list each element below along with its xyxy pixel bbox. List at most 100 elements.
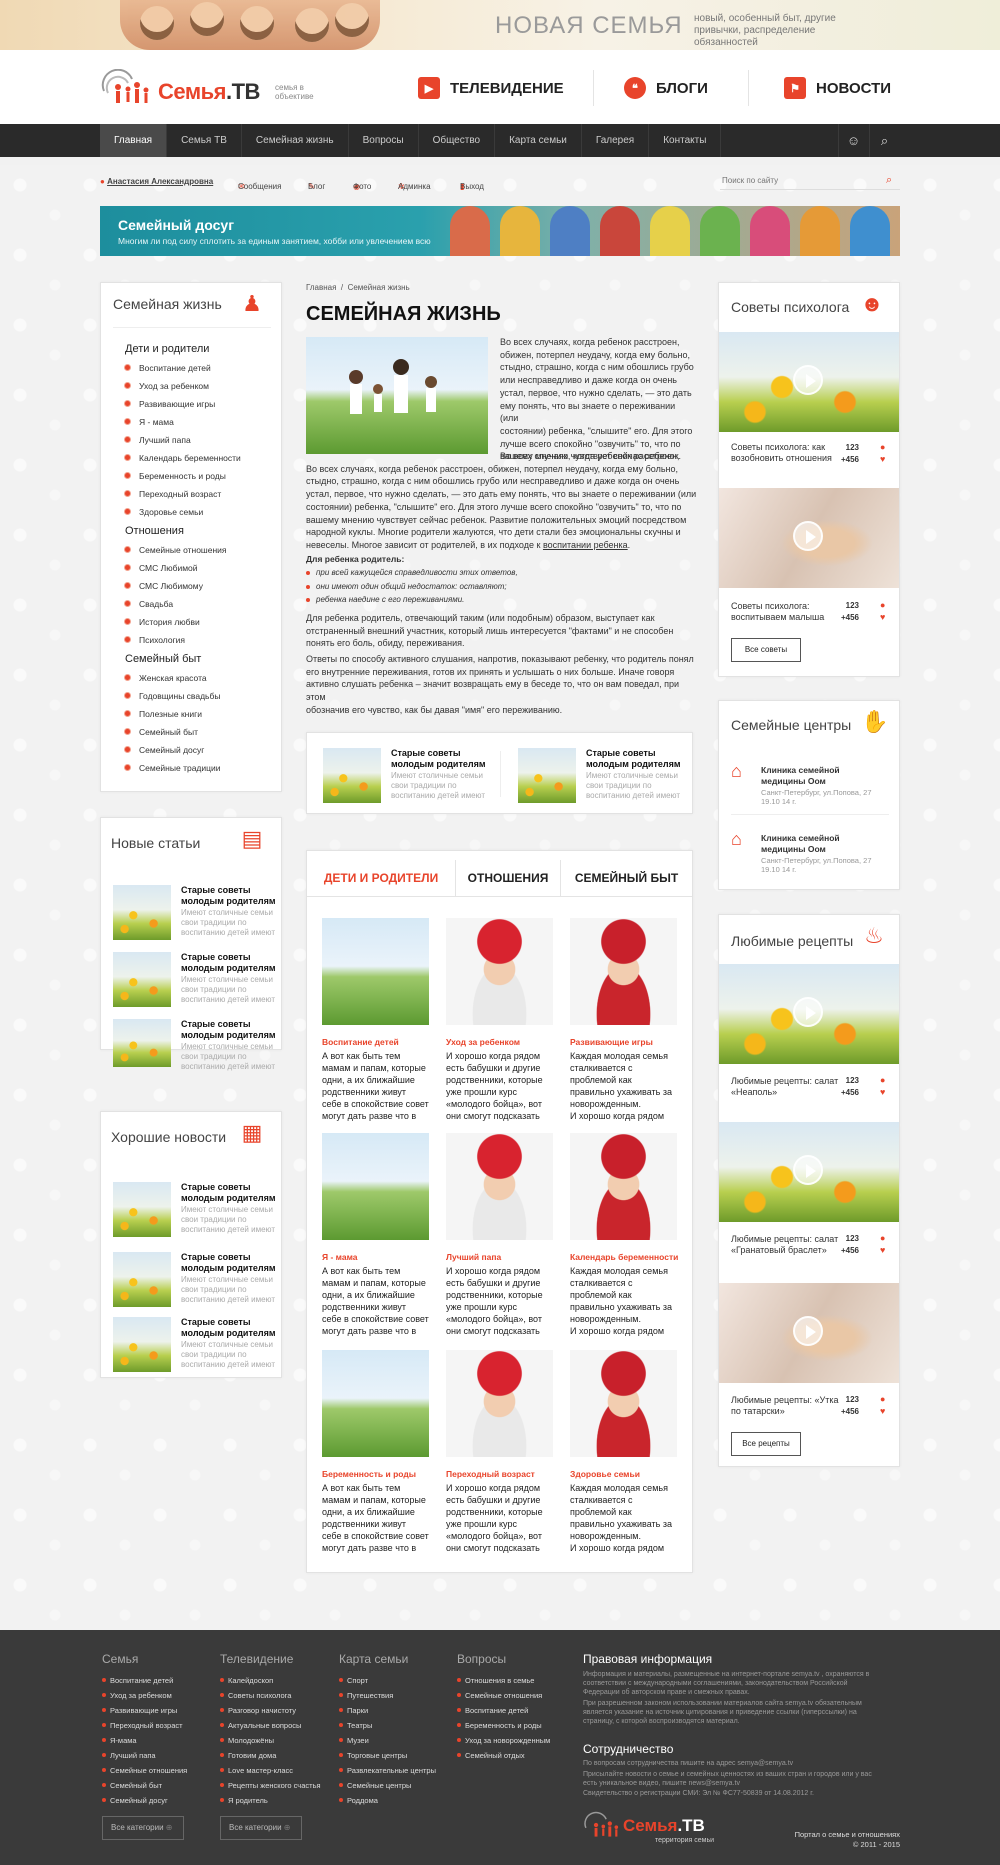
footer-link[interactable]: Уход за новорожденным (457, 1736, 550, 1745)
site-logo[interactable]: Семья.ТВ семья в объективе (100, 69, 340, 109)
grid-card[interactable]: Я - мама А вот как быть тем мамам и папам,… (322, 1133, 432, 1336)
footer-link[interactable]: Семейный отдых (457, 1751, 525, 1760)
search-icon[interactable]: ⌕ (869, 124, 899, 157)
footer-link[interactable]: Отношения в семье (457, 1676, 534, 1685)
header-nav-news[interactable]: ⚑ НОВОСТИ (784, 75, 891, 101)
play-icon[interactable] (793, 521, 823, 551)
nav-item-society[interactable]: Общество (419, 124, 496, 157)
menu-item[interactable]: Беременность и роды (125, 471, 226, 481)
grid-card[interactable]: Уход за ребенком И хорошо когда рядом есть… (446, 918, 556, 1121)
menu-item[interactable]: Переходный возраст (125, 489, 221, 499)
news-teaser[interactable]: Старые советы молодым родителям Имеют сто… (113, 1252, 283, 1307)
search-input[interactable] (720, 172, 900, 190)
footer-link[interactable]: Молодожёны (220, 1736, 274, 1745)
footer-link[interactable]: Я-мама (102, 1736, 137, 1745)
footer-link[interactable]: Готовим дома (220, 1751, 276, 1760)
card-label[interactable]: Беременность и роды (322, 1469, 416, 1479)
article-teaser[interactable]: Старые советы молодым родителям Имеют сто… (113, 1019, 283, 1071)
card-label[interactable]: Здоровье семьи (570, 1469, 640, 1479)
heart-icon[interactable]: ♥ (880, 1245, 885, 1255)
menu-item[interactable]: Я - мама (125, 417, 174, 427)
footer-link[interactable]: Роддома (339, 1796, 378, 1805)
center-name[interactable]: Клиника семейной медицины Оом (761, 833, 871, 855)
footer-link[interactable]: Лучший папа (102, 1751, 156, 1760)
footer-link[interactable]: Беременность и роды (457, 1721, 542, 1730)
grid-card[interactable]: Воспитание детей А вот как быть тем мамам … (322, 918, 432, 1121)
video-thumbnail[interactable] (719, 488, 899, 588)
menu-item[interactable]: Здоровье семьи (125, 507, 203, 517)
center-name[interactable]: Клиника семейной медицины Оом (761, 765, 871, 787)
menu-item[interactable]: Развивающие игры (125, 399, 215, 409)
card-label[interactable]: Лучший папа (446, 1252, 501, 1262)
footer-link[interactable]: Семейные центры (339, 1781, 411, 1790)
footer-link[interactable]: Love мастер-класс (220, 1766, 293, 1775)
menu-item[interactable]: История любви (125, 617, 200, 627)
play-icon[interactable] (793, 1155, 823, 1185)
article-teaser[interactable]: Старые советы молодым родителям Имеют сто… (113, 885, 283, 940)
tab-family-life[interactable]: СЕМЕЙНЫЙ БЫТ (560, 860, 692, 896)
heart-icon[interactable]: ♥ (880, 1087, 885, 1097)
footer-link[interactable]: Спорт (339, 1676, 368, 1685)
grid-card[interactable]: Здоровье семьи Каждая молодая семья сталки… (570, 1350, 680, 1553)
menu-item[interactable]: Семейный быт (125, 727, 198, 737)
grid-card[interactable]: Переходный возраст И хорошо когда рядом ес… (446, 1350, 556, 1553)
video-thumbnail[interactable] (719, 332, 899, 432)
nav-item-questions[interactable]: Вопросы (349, 124, 419, 157)
nav-item-family-map[interactable]: Карта семьи (495, 124, 582, 157)
card-label[interactable]: Я - мама (322, 1252, 357, 1262)
card-label[interactable]: Переходный возраст (446, 1469, 535, 1479)
card-label[interactable]: Календарь беременности (570, 1252, 678, 1262)
heart-icon[interactable]: ♥ (880, 1406, 885, 1416)
footer-link[interactable]: Торговые центры (339, 1751, 407, 1760)
header-nav-tv[interactable]: ▶ ТЕЛЕВИДЕНИЕ (418, 75, 564, 101)
menu-item[interactable]: Психология (125, 635, 185, 645)
related-teaser[interactable]: Старые советы молодым родителям Имеют сто… (518, 748, 688, 803)
tab-children-parents[interactable]: ДЕТИ И РОДИТЕЛИ (307, 860, 455, 896)
search-submit-icon[interactable]: ⌕ (886, 174, 892, 187)
family-leisure-banner[interactable]: Семейный досуг Многим ли под силу сплоти… (100, 206, 900, 256)
play-icon[interactable] (793, 365, 823, 395)
footer-link[interactable]: Воспитание детей (457, 1706, 528, 1715)
menu-item[interactable]: СМС Любимому (125, 581, 203, 591)
footer-link[interactable]: Семейный быт (102, 1781, 162, 1790)
menu-item[interactable]: Воспитание детей (125, 363, 211, 373)
menu-item[interactable]: Лучший папа (125, 435, 191, 445)
play-icon[interactable] (793, 997, 823, 1027)
related-teaser[interactable]: Старые советы молодым родителям Имеют сто… (323, 748, 493, 803)
nav-item-contacts[interactable]: Контакты (649, 124, 722, 157)
footer-link[interactable]: Семейные отношения (102, 1766, 187, 1775)
menu-group-title[interactable]: Отношения (125, 525, 184, 537)
grid-card[interactable]: Календарь беременности Каждая молодая сем… (570, 1133, 680, 1336)
play-icon[interactable] (793, 1316, 823, 1346)
menu-item[interactable]: Семейные отношения (125, 545, 227, 555)
all-recipes-button[interactable]: Все рецепты (731, 1432, 801, 1456)
footer-link[interactable]: Уход за ребенком (102, 1691, 172, 1700)
menu-item[interactable]: Полезные книги (125, 709, 202, 719)
footer-link[interactable]: Парки (339, 1706, 368, 1715)
menu-item[interactable]: Семейные традиции (125, 763, 221, 773)
footer-link[interactable]: Разговор начистоту (220, 1706, 296, 1715)
menu-group-title[interactable]: Семейный быт (125, 653, 201, 665)
footer-link[interactable]: Воспитание детей (102, 1676, 173, 1685)
footer-link[interactable]: Семейный досуг (102, 1796, 168, 1805)
user-link[interactable]: ● Анастасия Александровна (100, 177, 213, 186)
footer-link[interactable]: Я родитель (220, 1796, 268, 1805)
footer-link[interactable]: Рецепты женского счастья (220, 1781, 321, 1790)
grid-card[interactable]: Беременность и роды А вот как быть тем мам… (322, 1350, 432, 1553)
card-label[interactable]: Воспитание детей (322, 1037, 399, 1047)
footer-link[interactable]: Актуальные вопросы (220, 1721, 301, 1730)
menu-item[interactable]: Уход за ребенком (125, 381, 209, 391)
video-thumbnail[interactable] (719, 964, 899, 1064)
tab-relationships[interactable]: ОТНОШЕНИЯ (455, 860, 560, 896)
footer-link[interactable]: Театры (339, 1721, 372, 1730)
news-teaser[interactable]: Старые советы молодым родителям Имеют сто… (113, 1317, 283, 1372)
nav-item-gallery[interactable]: Галерея (582, 124, 650, 157)
nav-item-home[interactable]: Главная (100, 124, 168, 157)
menu-item[interactable]: Календарь беременности (125, 453, 241, 463)
top-banner[interactable]: НОВАЯ СЕМЬЯ новый, особенный быт, другие… (0, 0, 1000, 50)
nav-item-semya-tv[interactable]: Семья ТВ (167, 124, 242, 157)
menu-item[interactable]: Годовщины свадьбы (125, 691, 220, 701)
heart-icon[interactable]: ♥ (880, 612, 885, 622)
all-tips-button[interactable]: Все советы (731, 638, 801, 662)
footer-link[interactable]: Путешествия (339, 1691, 393, 1700)
